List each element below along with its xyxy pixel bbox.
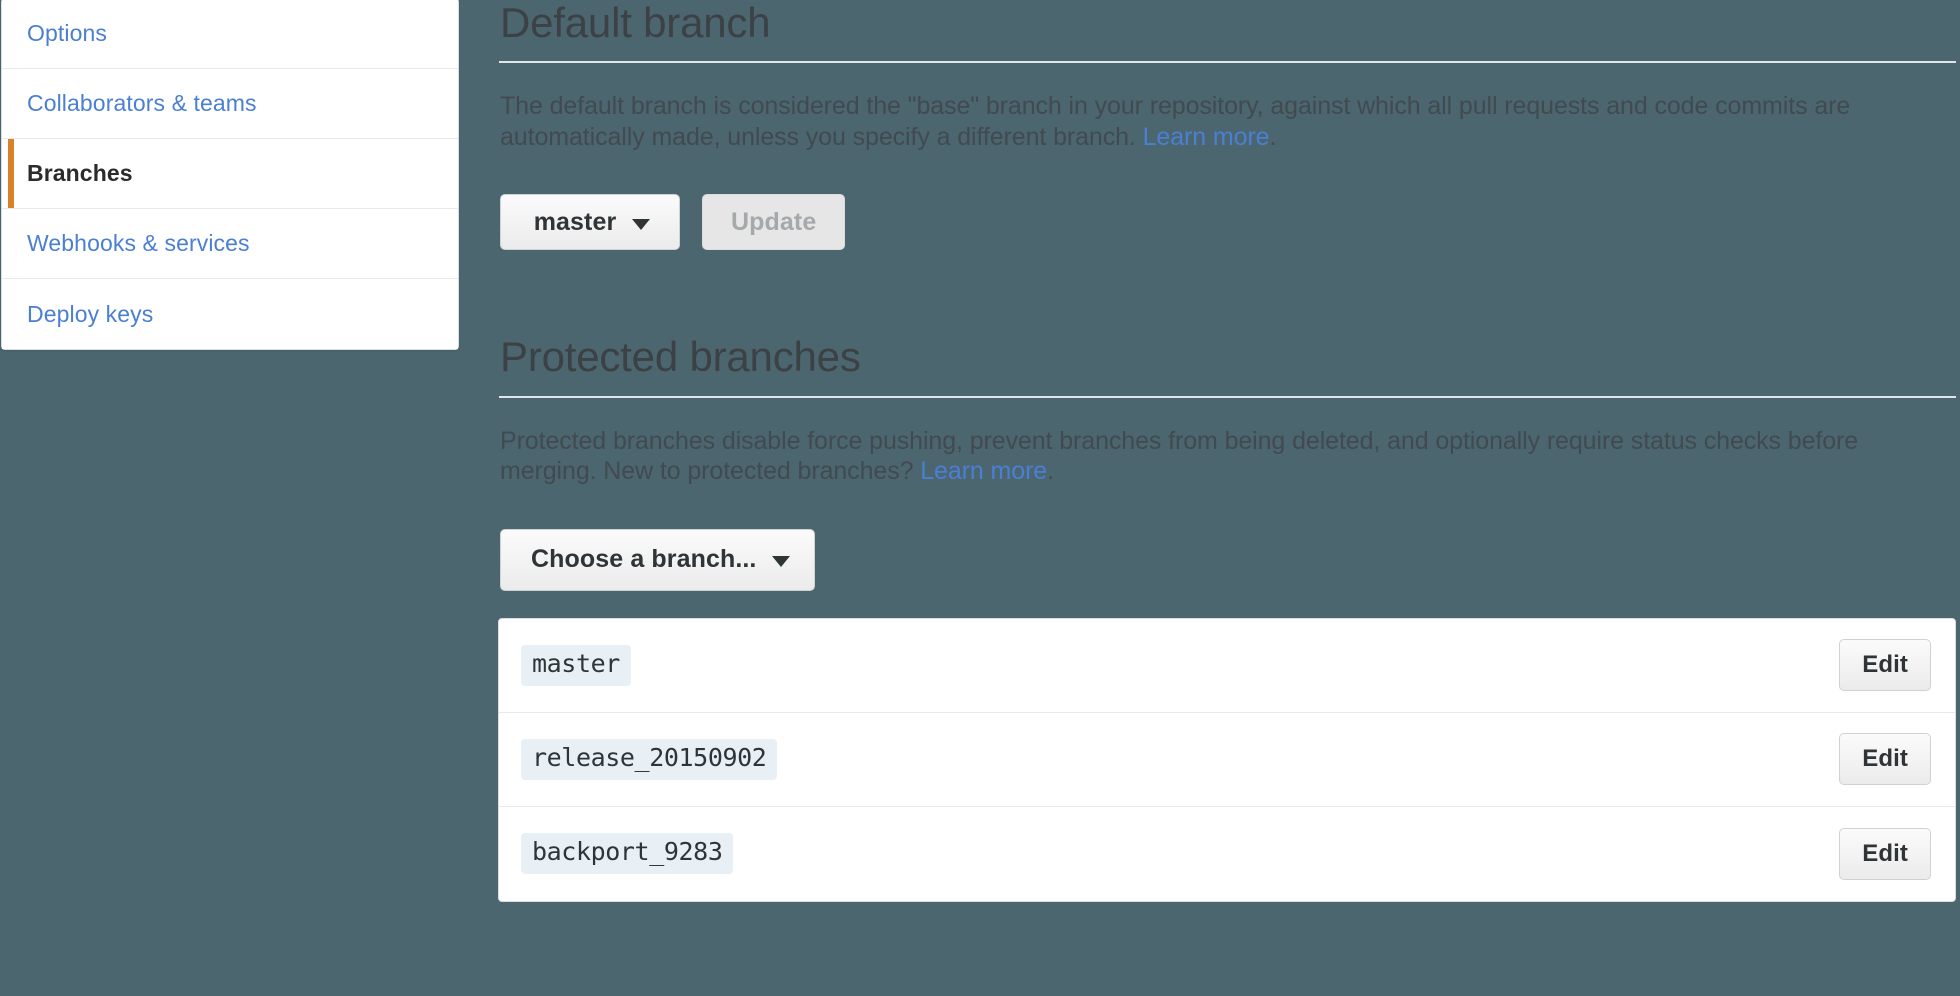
chevron-down-icon bbox=[772, 556, 790, 567]
table-row: release_20150902 Edit bbox=[499, 713, 1955, 807]
table-row: master Edit bbox=[499, 619, 1955, 713]
edit-button-label: Edit bbox=[1862, 651, 1908, 679]
protected-branches-description-text: Protected branches disable force pushing… bbox=[500, 427, 1858, 486]
update-button-label: Update bbox=[731, 208, 816, 237]
protected-branches-description: Protected branches disable force pushing… bbox=[498, 398, 1890, 487]
update-default-branch-button[interactable]: Update bbox=[702, 194, 845, 250]
edit-protected-branch-button[interactable]: Edit bbox=[1839, 733, 1931, 785]
edit-button-label: Edit bbox=[1862, 745, 1908, 773]
chevron-down-icon bbox=[632, 219, 650, 230]
default-branch-description-period: . bbox=[1269, 123, 1276, 151]
protected-branches-section: Protected branches Protected branches di… bbox=[498, 334, 1956, 901]
settings-sidebar: Options Collaborators & teams Branches W… bbox=[1, 0, 459, 350]
sidebar-item-webhooks-services[interactable]: Webhooks & services bbox=[2, 209, 458, 279]
default-branch-section: Default branch The default branch is con… bbox=[498, 0, 1956, 250]
choose-a-branch-label: Choose a branch... bbox=[531, 545, 756, 574]
sidebar-item-label: Branches bbox=[27, 160, 133, 187]
protected-branches-learn-more-link[interactable]: Learn more bbox=[920, 457, 1047, 485]
branch-name-chip: master bbox=[521, 645, 631, 686]
sidebar-item-branches[interactable]: Branches bbox=[2, 139, 458, 209]
default-branch-controls: master Update bbox=[498, 152, 1956, 250]
default-branch-select-button[interactable]: master bbox=[500, 194, 680, 250]
edit-button-label: Edit bbox=[1862, 840, 1908, 868]
protected-branches-list: master Edit release_20150902 Edit backpo… bbox=[498, 618, 1956, 902]
sidebar-item-deploy-keys[interactable]: Deploy keys bbox=[2, 279, 458, 349]
sidebar-item-label: Deploy keys bbox=[27, 301, 153, 328]
protected-branches-controls: Choose a branch... bbox=[498, 487, 1956, 591]
protected-branches-heading: Protected branches bbox=[498, 334, 1956, 395]
edit-protected-branch-button[interactable]: Edit bbox=[1839, 828, 1931, 880]
branch-name-chip: backport_9283 bbox=[521, 833, 733, 874]
sidebar-item-label: Options bbox=[27, 20, 107, 47]
branch-name-chip: release_20150902 bbox=[521, 739, 777, 780]
table-row: backport_9283 Edit bbox=[499, 807, 1955, 901]
choose-a-branch-button[interactable]: Choose a branch... bbox=[500, 529, 815, 591]
sidebar-item-label: Webhooks & services bbox=[27, 230, 250, 257]
protected-branches-description-period: . bbox=[1047, 457, 1054, 485]
default-branch-select-value: master bbox=[534, 208, 617, 237]
settings-main-content: Default branch The default branch is con… bbox=[498, 0, 1956, 902]
sidebar-item-options[interactable]: Options bbox=[2, 0, 458, 69]
sidebar-item-label: Collaborators & teams bbox=[27, 90, 257, 117]
default-branch-description: The default branch is considered the "ba… bbox=[498, 63, 1890, 152]
default-branch-heading: Default branch bbox=[498, 0, 1956, 61]
default-branch-learn-more-link[interactable]: Learn more bbox=[1143, 123, 1270, 151]
sidebar-item-collaborators-teams[interactable]: Collaborators & teams bbox=[2, 69, 458, 139]
edit-protected-branch-button[interactable]: Edit bbox=[1839, 639, 1931, 691]
